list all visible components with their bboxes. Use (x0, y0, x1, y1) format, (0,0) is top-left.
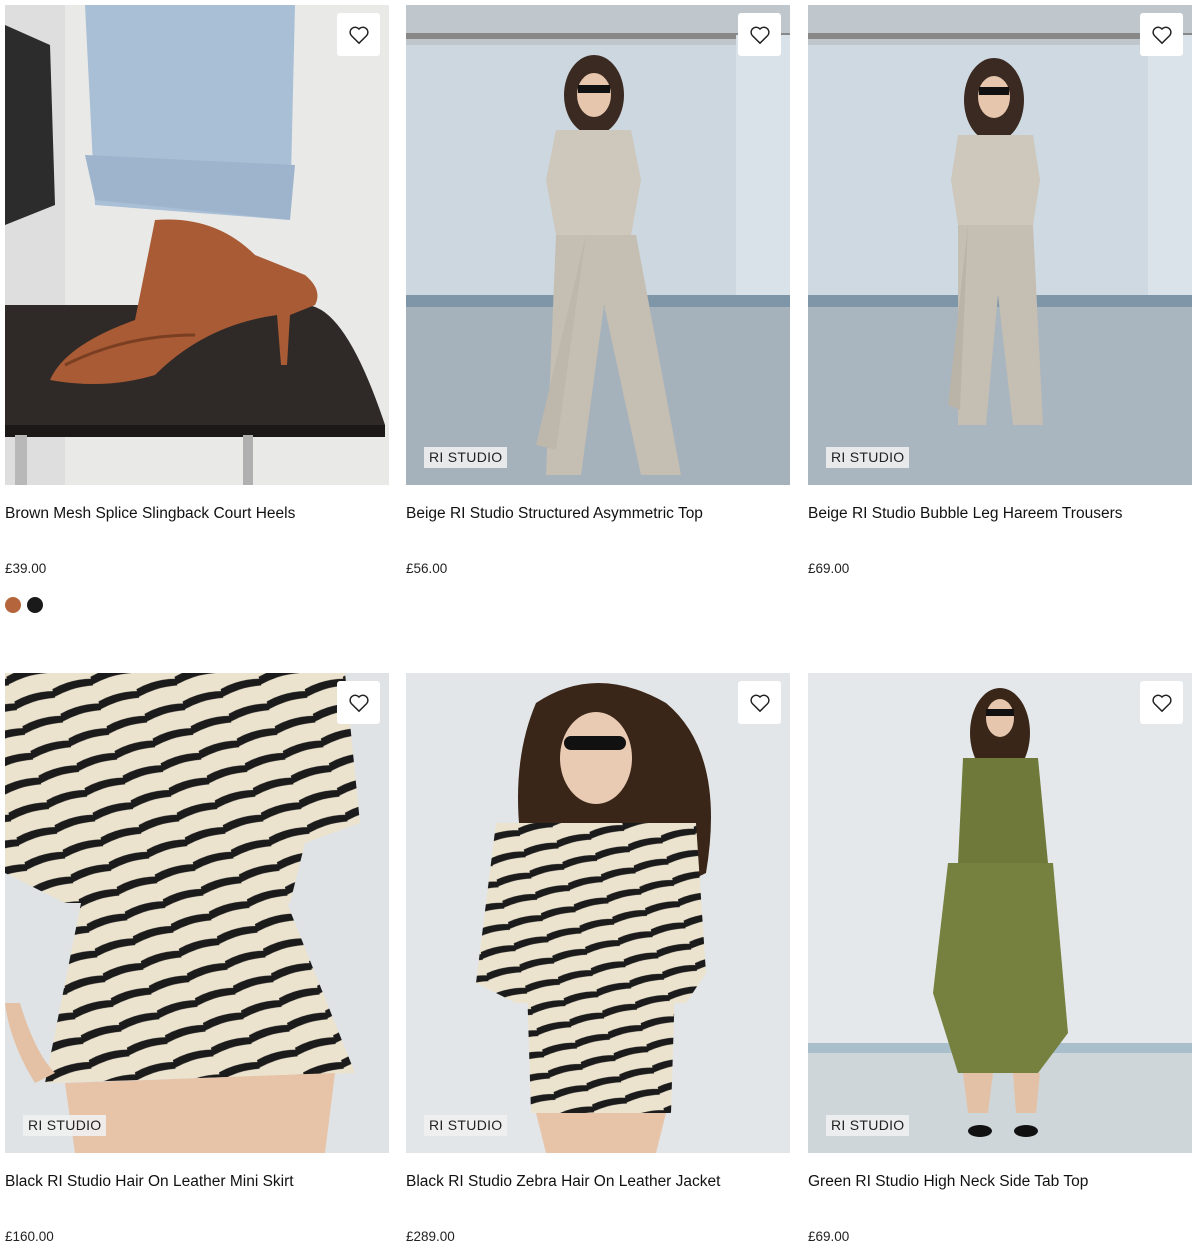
brand-badge: RI STUDIO (424, 1115, 508, 1136)
product-price: £289.00 (406, 1229, 455, 1244)
product-image[interactable]: RI STUDIO (406, 673, 790, 1153)
swatch-black[interactable] (27, 597, 43, 613)
product-photo-zebra-jacket (406, 673, 790, 1153)
product-title[interactable]: Beige RI Studio Bubble Leg Hareem Trouse… (808, 504, 1192, 524)
product-price: £69.00 (808, 561, 850, 576)
heart-outline-icon (348, 26, 369, 44)
product-price: £69.00 (808, 1229, 850, 1244)
brand-badge: RI STUDIO (23, 1115, 107, 1136)
brand-badge: RI STUDIO (826, 447, 910, 468)
product-card[interactable]: Brown Mesh Splice Slingback Court Heels … (5, 5, 389, 613)
heart-outline-icon (749, 694, 770, 712)
product-card[interactable]: RI STUDIO Beige RI Studio Bubble Leg Har… (808, 5, 1192, 576)
product-photo-heels (5, 5, 389, 485)
product-card[interactable]: RI STUDIO Green RI Studio High Neck Side… (808, 673, 1192, 1244)
product-title[interactable]: Beige RI Studio Structured Asymmetric To… (406, 504, 790, 524)
wishlist-button[interactable] (1140, 13, 1183, 56)
product-title[interactable]: Green RI Studio High Neck Side Tab Top (808, 1172, 1192, 1192)
brand-badge: RI STUDIO (826, 1115, 910, 1136)
brand-badge: RI STUDIO (424, 447, 508, 468)
product-card[interactable]: RI STUDIO Beige RI Studio Structured Asy… (406, 5, 790, 576)
product-card[interactable]: RI STUDIO Black RI Studio Zebra Hair On … (406, 673, 790, 1244)
heart-outline-icon (749, 26, 770, 44)
swatch-brown[interactable] (5, 597, 21, 613)
product-image[interactable]: RI STUDIO (808, 5, 1192, 485)
product-card[interactable]: RI STUDIO Black RI Studio Hair On Leathe… (5, 673, 389, 1244)
product-title[interactable]: Black RI Studio Hair On Leather Mini Ski… (5, 1172, 389, 1192)
color-swatches (5, 597, 43, 613)
wishlist-button[interactable] (738, 13, 781, 56)
wishlist-button[interactable] (1140, 681, 1183, 724)
product-image[interactable]: RI STUDIO (406, 5, 790, 485)
heart-outline-icon (1151, 26, 1172, 44)
product-photo-beige-trousers (808, 5, 1192, 485)
product-price: £160.00 (5, 1229, 54, 1244)
product-photo-green-top (808, 673, 1192, 1153)
product-image[interactable]: RI STUDIO (808, 673, 1192, 1153)
product-photo-beige-top (406, 5, 790, 485)
wishlist-button[interactable] (738, 681, 781, 724)
wishlist-button[interactable] (337, 13, 380, 56)
product-price: £39.00 (5, 561, 47, 576)
product-image[interactable]: RI STUDIO (5, 673, 389, 1153)
heart-outline-icon (348, 694, 369, 712)
product-image[interactable] (5, 5, 389, 485)
heart-outline-icon (1151, 694, 1172, 712)
product-price: £56.00 (406, 561, 448, 576)
product-title[interactable]: Black RI Studio Zebra Hair On Leather Ja… (406, 1172, 790, 1192)
wishlist-button[interactable] (337, 681, 380, 724)
product-title[interactable]: Brown Mesh Splice Slingback Court Heels (5, 504, 389, 524)
product-photo-zebra-skirt (5, 673, 389, 1153)
